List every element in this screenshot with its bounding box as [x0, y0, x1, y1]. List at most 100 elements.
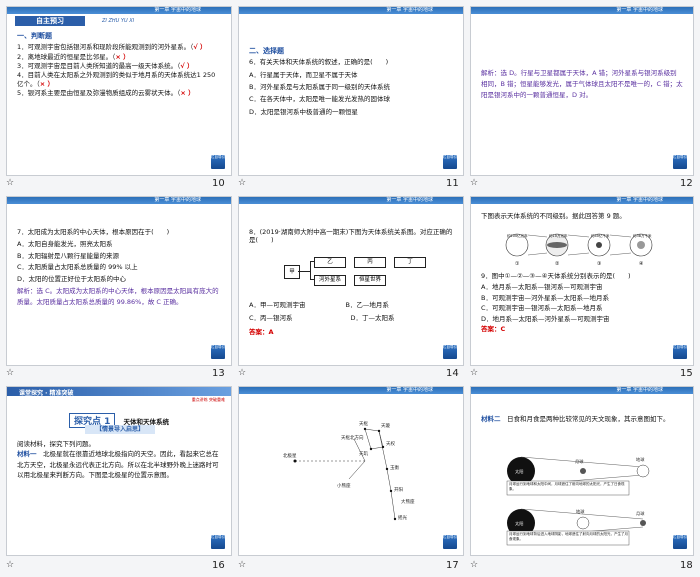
material-text: 材料一 北极星就在很靠近地球北极指向的天空。因此，看起来它总在北方天空，北极星永… [17, 450, 219, 480]
option: C．太阳质量占太阳系总质量的 99% 以上 [17, 263, 138, 272]
option: A．行星属于天体，而卫星不属于天体 [249, 70, 358, 79]
slide-14[interactable]: 第一章 宇宙中的地球 8．(2019·湖南师大附中高一期末)下图为天体系统关系图… [238, 196, 464, 366]
box-galaxies: 河外星系 [314, 275, 346, 286]
slide-number: 17 [446, 560, 459, 571]
diagram-label: 摇光 [398, 514, 407, 521]
section-heading: 二、选择题 [249, 47, 284, 55]
slide-13[interactable]: 第一章 宇宙中的地球 7．太阳成为太阳系的中心天体，根本原因在于( ) A．太阳… [6, 196, 232, 366]
nav-button[interactable]: 栏目导引 [673, 535, 687, 549]
slide-header-bar: 第一章 宇宙中的地球 [239, 387, 463, 394]
diagram-label: 玉衡 [390, 464, 399, 471]
star-icon[interactable]: ☆ [6, 178, 14, 188]
question: 8．(2019·湖南师大附中高一期末)下图为天体系统关系图。对应正确的是( ) [249, 228, 453, 245]
answer-text: 答案：A [249, 327, 274, 336]
box-ding: 丁 [394, 257, 426, 268]
option: B．乙—地月系 [345, 301, 389, 309]
connector-line [298, 271, 310, 272]
list-item: 5．银河系主要是由恒星及弥漫物质组成的云雾状天体。（× ） [17, 89, 195, 98]
slide-header-bar: 第一章 宇宙中的地球 [471, 7, 693, 14]
option: B．河外星系是与太阳系属于同一级别的天体系统 [249, 82, 390, 91]
box-jia: 甲 [284, 265, 300, 279]
diagram-label: 天璇 [381, 422, 390, 429]
diagram-label: 大熊座 [401, 498, 415, 505]
nav-button[interactable]: 栏目导引 [673, 155, 687, 169]
option: A．甲—可观测宇宙 [249, 301, 306, 309]
eclipse-caption-solar: 月球运行到地球和太阳中间，月球遮住了射向地球的太阳光，产生了日食现象。 [509, 482, 625, 491]
star-icon[interactable]: ☆ [238, 368, 246, 378]
section-banner-pinyin: ZI ZHU YU XI [102, 18, 135, 24]
list-item: 1．可观测宇宙包括银河系和现阶段所能观测到的河外星系。（√ ） [17, 43, 207, 52]
section-banner-right: 重点讲练 突破重难 [191, 397, 225, 402]
slide-number: 13 [212, 368, 225, 379]
diagram-label: 天玑 [359, 451, 368, 457]
diagram-label: 小熊座 [337, 482, 351, 489]
diagram-label: 约10万光年 [549, 233, 568, 238]
slide-10[interactable]: 第一章 宇宙中的地球 自主预习 ZI ZHU YU XI 一、判断题 1．可观测… [6, 6, 232, 176]
slide-number: 16 [212, 560, 225, 571]
option: D．地月系—太阳系—河外星系—可观测宇宙 [481, 314, 610, 323]
option: C．在各天体中，太阳是唯一能发光发热的固体球 [249, 95, 391, 104]
question: 6．有关天体和天体系统的叙述，正确的是( ) [249, 58, 389, 67]
diagram-label: 天枢 [359, 420, 368, 427]
nav-button[interactable]: 栏目导引 [443, 155, 457, 169]
diagram-label: 天权 [386, 440, 395, 447]
star-icon[interactable]: ☆ [6, 368, 14, 378]
instruction-text: 阅读材料，探究下列问题。 [17, 440, 95, 448]
nav-button[interactable]: 栏目导引 [211, 345, 225, 359]
slide-18[interactable]: 第一章 宇宙中的地球 材料二 日食和月食是两种比较常见的天文现象，其示意图如下。… [470, 386, 694, 556]
star-icon[interactable]: ☆ [6, 560, 14, 570]
slide-17[interactable]: 第一章 宇宙中的地球 北极星 天枢 天璇 天权 天玑 玉衡 开阳 摇光 天枢北方… [238, 386, 464, 556]
star-icon[interactable]: ☆ [470, 178, 478, 188]
box-stars: 恒星世界 [354, 275, 386, 286]
slide-header-bar: 第一章 宇宙中的地球 [7, 197, 231, 204]
diagram-label: 约40亿千米 [591, 233, 610, 238]
diagram-label: 约200亿光年 [507, 233, 528, 238]
star-icon[interactable]: ☆ [470, 560, 478, 570]
slide-11[interactable]: 第一章 宇宙中的地球 二、选择题 6．有关天体和天体系统的叙述，正确的是( ) … [238, 6, 464, 176]
star-icon[interactable]: ☆ [470, 368, 478, 378]
slide-15[interactable]: 第一章 宇宙中的地球 下图表示天体系统的不同级别。据此回答第 9 题。 约200… [470, 196, 694, 366]
star-icon[interactable]: ☆ [238, 560, 246, 570]
diagram-label: 月球 [636, 510, 645, 517]
diagram-label: 地球 [576, 508, 585, 514]
connector-line [310, 261, 311, 280]
slide-header-bar: 第一章 宇宙中的地球 [239, 7, 463, 14]
nav-button[interactable]: 栏目导引 [211, 155, 225, 169]
diagram-label: 地球 [636, 456, 645, 462]
nav-button[interactable]: 栏目导引 [673, 345, 687, 359]
slide-number: 12 [680, 178, 693, 189]
box-bing: 丙 [354, 257, 386, 268]
diagram-label: 月球 [575, 458, 584, 465]
section-banner: 自主预习 [15, 16, 85, 26]
slide-12[interactable]: 第一章 宇宙中的地球 解析：选 D。行星与卫星都属于天体，A 错；河外星系与银河… [470, 6, 694, 176]
material-text: 材料二 日食和月食是两种比较常见的天文现象，其示意图如下。 [481, 415, 670, 423]
diagram-label: ② [555, 261, 560, 267]
polaris-position-diagram: 北极星 天枢 天璇 天权 天玑 玉衡 开阳 摇光 天枢北方向 小熊座 大熊座 [283, 420, 415, 521]
option: A．地月系—太阳系—银河系—可观测宇宙 [481, 283, 603, 292]
diagram-label: ④ [639, 261, 644, 267]
slide-header-bar: 第一章 宇宙中的地球 [7, 7, 231, 14]
section-heading: 一、判断题 [17, 32, 52, 40]
diagram-label: 太阳 [515, 468, 523, 475]
slide-header-title: 第一章 宇宙中的地球 [154, 7, 201, 13]
slide-number: 10 [212, 178, 225, 189]
slide-16[interactable]: 课堂探究 · 精准突破 重点讲练 突破重难 探究点 1 天体和天体系统 【情景导… [6, 386, 232, 556]
nav-button[interactable]: 栏目导引 [443, 535, 457, 549]
star-icon[interactable]: ☆ [238, 178, 246, 188]
nav-button[interactable]: 栏目导引 [443, 345, 457, 359]
section-banner: 课堂探究 · 精准突破 [19, 390, 74, 397]
connector-line [310, 279, 314, 280]
intro-text: 下图表示天体系统的不同级别。据此回答第 9 题。 [481, 212, 626, 220]
eclipse-caption-lunar: 月球运行到地球背后进入地球阴影，地球遮住了射向月球的太阳光，产生了月食现象。 [509, 532, 628, 541]
analysis-text: 解析：选 C。太阳成为太阳系的中心天体，根本原因是太阳具有庞大的质量。太阳质量占… [17, 287, 219, 306]
diagram-label: 北极星 [283, 452, 297, 459]
connector-line [310, 261, 314, 262]
question: 7．太阳成为太阳系的中心天体，根本原因在于( ) [17, 228, 170, 236]
option: D．太阳的位置正好位于太阳系的中心 [17, 274, 127, 283]
nav-button[interactable]: 栏目导引 [211, 535, 225, 549]
slide-number: 11 [446, 178, 459, 189]
option: B．太阳辐射是八颗行星能量的来源 [17, 251, 119, 260]
list-item: 4．目前人类在太阳系之外观测到的类似于地月系的天体系统达1 250亿个。（× ） [17, 71, 216, 88]
diagram-label: 开阳 [394, 486, 403, 493]
system-relation-diagram: 甲 乙 丙 丁 河外星系 恒星世界 [284, 255, 426, 295]
